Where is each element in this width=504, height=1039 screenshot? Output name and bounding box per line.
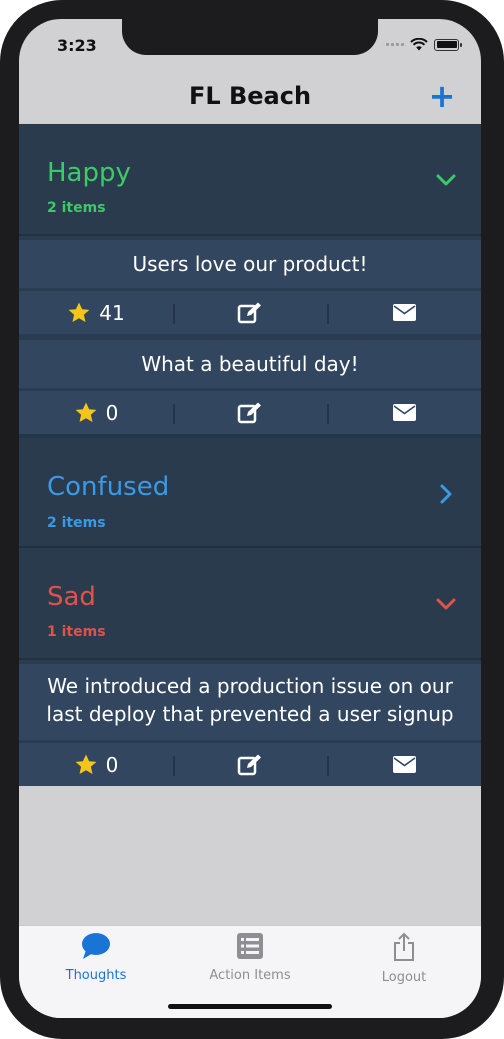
column-count: 2 items <box>47 515 106 531</box>
thought-text: Users love our product! <box>132 252 368 276</box>
star-button[interactable]: 41 <box>19 291 173 334</box>
thought-text: What a beautiful day! <box>141 352 359 376</box>
email-button[interactable] <box>327 743 481 786</box>
home-indicator <box>168 1004 332 1009</box>
status-icons <box>386 38 462 51</box>
edit-icon <box>237 402 261 423</box>
device-notch <box>122 19 378 55</box>
chevron-down-icon[interactable] <box>435 593 457 615</box>
envelope-icon <box>392 304 416 321</box>
edit-button[interactable] <box>173 391 327 434</box>
battery-icon <box>434 38 462 51</box>
add-thought-button[interactable]: + <box>425 79 459 113</box>
tab-action-items[interactable]: Action Items <box>173 932 327 983</box>
edit-icon <box>237 754 261 775</box>
thought-actions: 0 <box>19 388 481 434</box>
tab-label: Logout <box>381 970 427 985</box>
column-count: 1 items <box>47 624 106 640</box>
email-button[interactable] <box>327 291 481 334</box>
star-icon <box>75 402 97 422</box>
envelope-icon <box>392 756 416 773</box>
star-button[interactable]: 0 <box>19 743 173 786</box>
envelope-icon <box>392 404 416 421</box>
tab-thoughts[interactable]: Thoughts <box>19 932 173 983</box>
edit-button[interactable] <box>173 291 327 334</box>
star-icon <box>68 302 90 322</box>
thought-card: What a beautiful day! 0 <box>19 334 481 434</box>
status-time: 3:23 <box>57 36 97 55</box>
tab-logout[interactable]: Logout <box>327 932 481 985</box>
speech-bubble-icon <box>82 933 110 959</box>
thought-actions: 41 <box>19 288 481 334</box>
signal-icon <box>386 43 404 46</box>
star-button[interactable]: 0 <box>19 391 173 434</box>
chevron-right-icon[interactable] <box>435 483 457 505</box>
column-count: 2 items <box>47 200 106 216</box>
star-icon <box>75 754 97 774</box>
edit-icon <box>237 302 261 323</box>
thought-card: Users love our product! 41 <box>19 236 481 334</box>
star-count: 41 <box>99 300 125 325</box>
nav-bar: FL Beach + <box>19 74 481 124</box>
tab-label: Thoughts <box>65 968 127 983</box>
thought-card: We introduced a production issue on our … <box>19 660 481 786</box>
email-button[interactable] <box>327 391 481 434</box>
thought-columns: Happy 2 items Users love our product! 41 <box>19 124 481 786</box>
column-title: Sad <box>47 582 96 612</box>
share-icon <box>394 932 414 961</box>
chevron-down-icon[interactable] <box>435 169 457 191</box>
thought-text: We introduced a production issue on our … <box>46 674 454 726</box>
edit-button[interactable] <box>173 743 327 786</box>
list-icon <box>237 933 263 959</box>
column-header-sad[interactable]: Sad 1 items <box>19 548 481 660</box>
page-title: FL Beach <box>188 82 312 110</box>
column-header-happy[interactable]: Happy 2 items <box>19 124 481 236</box>
star-count: 0 <box>105 752 119 777</box>
tab-label: Action Items <box>209 968 291 983</box>
wifi-icon <box>410 38 428 51</box>
app-screen: 3:23 FL Beach + Happy 2 items Users love… <box>19 19 481 1018</box>
column-header-confused[interactable]: Confused 2 items <box>19 434 481 548</box>
star-count: 0 <box>105 400 119 425</box>
column-title: Happy <box>47 158 131 188</box>
column-title: Confused <box>47 472 170 502</box>
thought-actions: 0 <box>19 740 481 786</box>
